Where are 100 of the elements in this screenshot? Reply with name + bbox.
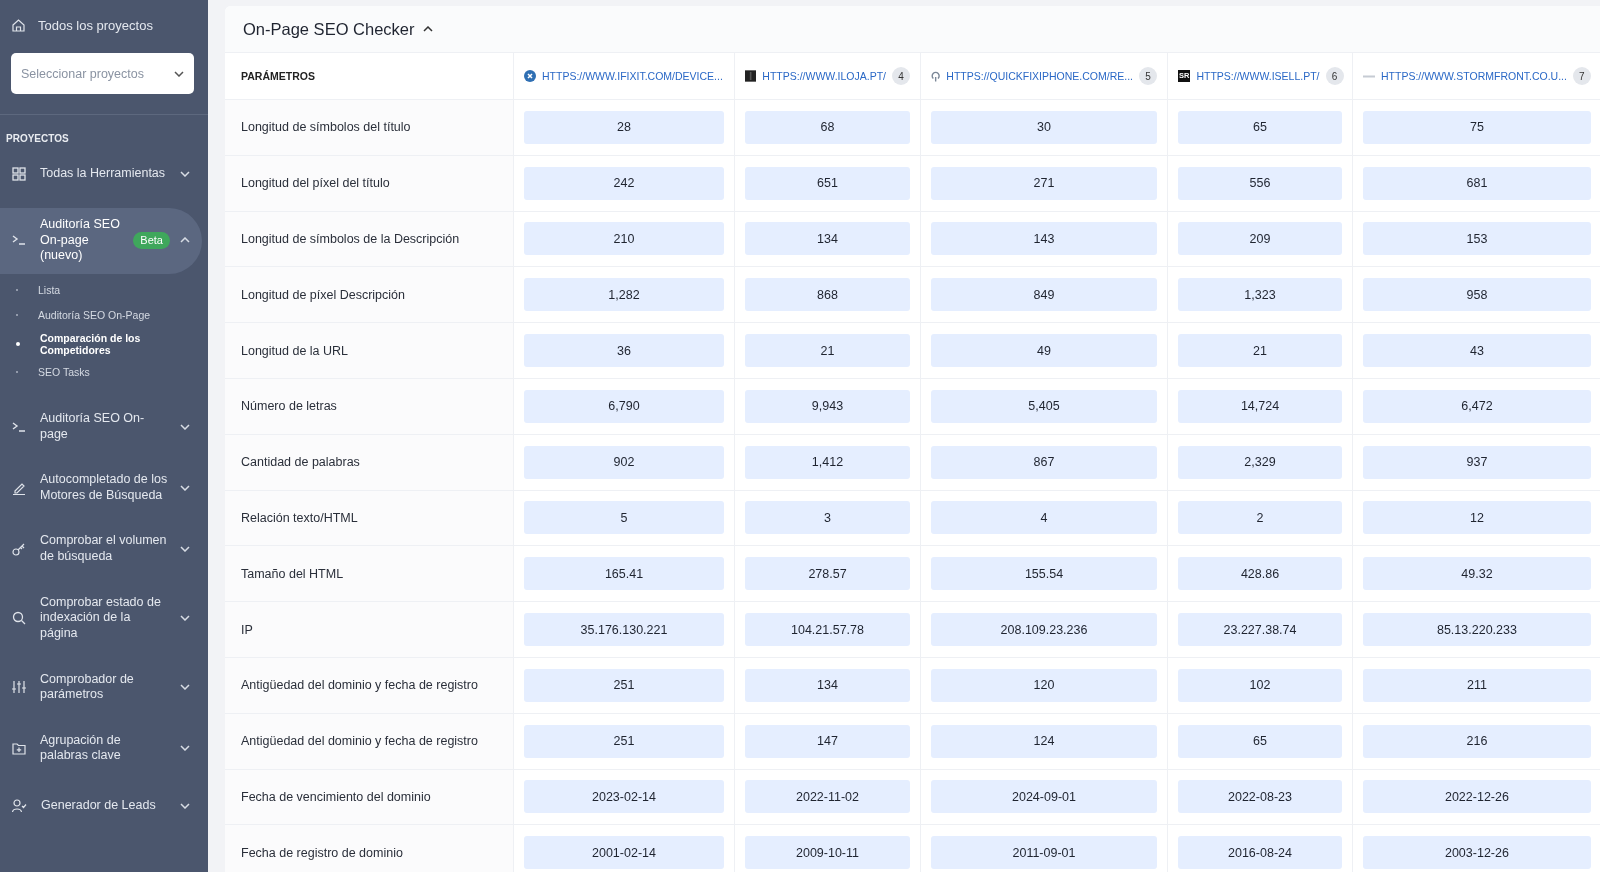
value-cell: 1,412	[745, 445, 910, 479]
url-link[interactable]: HTTPS://WWW.ISELL.PT/	[1196, 70, 1320, 82]
value-cell: 165.41	[524, 557, 724, 591]
value-cell: 251	[524, 668, 724, 702]
value-cell: 1,323	[1178, 278, 1342, 312]
value-cell: 43	[1363, 334, 1591, 368]
value-cell: 21	[745, 334, 910, 368]
chevron-up-icon	[422, 26, 433, 32]
value-cell: 651	[745, 166, 910, 200]
nav-item[interactable]: Autocompletado de los Motores de Búsqueda	[0, 464, 202, 512]
value-cell: 2022-08-23	[1178, 780, 1342, 814]
value-cell: 2024-09-01	[931, 780, 1157, 814]
value-cell: 278.57	[745, 557, 910, 591]
terminal-icon	[12, 234, 26, 247]
parameter-label: Longitud de símbolos de la Descripción	[241, 232, 460, 246]
parameter-label: Longitud de símbolos del título	[241, 120, 411, 135]
value-cell: 65	[1178, 110, 1342, 144]
parameter-label: IP	[241, 622, 253, 637]
value-cell: 556	[1178, 166, 1342, 200]
value-cell: 102	[1178, 668, 1342, 702]
value-cell: 6,790	[524, 389, 724, 423]
value-cell: 2022-11-02	[745, 780, 910, 814]
nav-item[interactable]: Generador de Leads	[0, 786, 202, 826]
column-header: PARÁMETROS	[225, 53, 513, 99]
value-cell: 153	[1363, 222, 1591, 256]
value-cell: 868	[745, 278, 910, 312]
sub-nav-item[interactable]: Auditoría SEO On-Page	[0, 302, 208, 328]
search-icon	[12, 611, 26, 626]
value-cell: 75	[1363, 110, 1591, 144]
parameter-label: Longitud de píxel Descripción	[241, 287, 405, 302]
value-cell: 2011-09-01	[931, 836, 1157, 870]
value-cell: 902	[524, 445, 724, 479]
chevron-down-icon	[174, 70, 184, 77]
value-cell: 21	[1178, 334, 1342, 368]
value-cell: 120	[931, 668, 1157, 702]
value-cell: 2001-02-14	[524, 836, 724, 870]
value-cell: 5,405	[931, 389, 1157, 423]
x-circle-icon	[524, 70, 536, 82]
value-cell: 68	[745, 110, 910, 144]
nav-item[interactable]: Comprobar estado de indexación de la página	[0, 586, 202, 650]
dark-square-icon	[745, 69, 757, 83]
url-link[interactable]: HTTPS://WWW.ILOJA.PT/	[762, 70, 886, 82]
terminal-icon	[12, 420, 26, 433]
folder-plus-icon	[12, 741, 26, 755]
count-badge: 4	[892, 67, 910, 85]
chevron-up-icon	[180, 237, 190, 244]
nav-item[interactable]: Auditoría SEO On-page (nuevo) Beta	[0, 208, 202, 274]
chevron-down-icon	[180, 171, 190, 177]
parameter-label: Longitud de la URL	[241, 343, 349, 358]
sub-nav-item[interactable]: SEO Tasks	[0, 359, 208, 385]
grid-icon	[12, 167, 26, 181]
value-cell: 958	[1363, 278, 1591, 312]
user-check-icon	[12, 799, 27, 813]
value-cell: 211	[1363, 668, 1591, 702]
sub-nav-item[interactable]: Comparación de los Competidores	[0, 327, 208, 360]
project-select[interactable]: Seleccionar proyectos	[11, 53, 194, 94]
home-icon	[12, 19, 25, 32]
value-cell: 143	[931, 222, 1157, 256]
parameter-label: Fecha de vencimiento del dominio	[241, 789, 431, 804]
nav-item[interactable]: Todas la Herramientas	[0, 154, 202, 194]
nav-item[interactable]: Comprobar el volumen de búsqueda	[0, 525, 202, 573]
value-cell: 28	[524, 110, 724, 144]
value-cell: 104.21.57.78	[745, 613, 910, 647]
parameter-label: Fecha de registro de dominio	[241, 845, 403, 860]
count-badge: 7	[1572, 67, 1591, 85]
value-cell: 9,943	[745, 389, 910, 423]
value-cell: 3	[745, 501, 910, 535]
parameter-label: Cantidad de palabras	[241, 455, 360, 470]
value-cell: 2022-12-26	[1363, 780, 1591, 814]
value-cell: 2023-02-14	[524, 780, 724, 814]
home-link[interactable]: Todos los proyectos	[0, 14, 208, 37]
parameter-label: Antigüedad del dominio y fecha de registro	[241, 678, 478, 693]
value-cell: 65	[1178, 724, 1342, 758]
url-link[interactable]: HTTPS://QUICKFIXIPHONE.COM/RE...	[946, 70, 1133, 82]
key-icon	[12, 542, 26, 556]
value-cell: 14,724	[1178, 389, 1342, 423]
value-cell: 867	[931, 445, 1157, 479]
value-cell: 271	[931, 166, 1157, 200]
value-cell: 210	[524, 222, 724, 256]
value-cell: 2009-10-11	[745, 836, 910, 870]
value-cell: 36	[524, 334, 724, 368]
value-cell: 2	[1178, 501, 1342, 535]
value-cell: 49.32	[1363, 557, 1591, 591]
sub-nav-item[interactable]: Lista	[0, 277, 208, 303]
panel-title: On-Page SEO Checker	[243, 19, 415, 39]
url-link[interactable]: HTTPS://WWW.STORMFRONT.CO.U...	[1381, 70, 1567, 82]
value-cell: 49	[931, 334, 1157, 368]
value-cell: 209	[1178, 222, 1342, 256]
nav-item[interactable]: Comprobador de parámetros	[0, 663, 202, 711]
nav-item[interactable]: Auditoría SEO On-page	[0, 402, 202, 451]
parameter-label: Tamaño del HTML	[241, 566, 344, 581]
value-cell: 428.86	[1178, 557, 1342, 591]
value-cell: 147	[745, 724, 910, 758]
parameter-label: Relación texto/HTML	[241, 510, 358, 525]
value-cell: 681	[1363, 166, 1591, 200]
nav-item[interactable]: Agrupación de palabras clave	[0, 724, 202, 772]
value-cell: 134	[745, 668, 910, 702]
sliders-icon	[12, 680, 26, 695]
value-cell: 849	[931, 278, 1157, 312]
parameter-label: Número de letras	[241, 399, 337, 414]
